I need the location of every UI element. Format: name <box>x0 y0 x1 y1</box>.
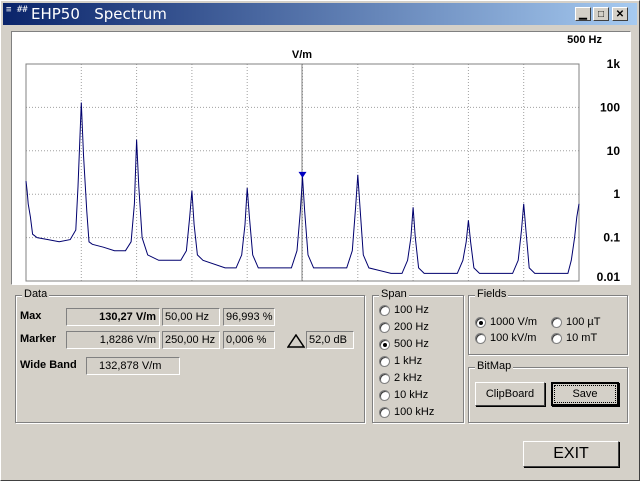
unit-label: V/m <box>292 49 312 61</box>
radio-checked-icon <box>379 338 390 350</box>
minimize-button[interactable]: ▁ <box>575 7 591 21</box>
marker-percent-field: 0,006 % <box>223 331 275 349</box>
radio-unchecked-icon <box>379 389 390 401</box>
y-axis-ticks: 1k 100 10 1 0.1 0.01 <box>597 57 621 284</box>
radio-unchecked-icon <box>379 321 390 333</box>
span-option-500hz[interactable]: 500 Hz <box>379 338 429 350</box>
radio-unchecked-icon <box>551 332 562 344</box>
field-option-10mt[interactable]: 10 mT <box>551 332 597 344</box>
data-group: Data Max 130,27 V/m 50,00 Hz 96,993 % Ma… <box>15 288 365 423</box>
span-option-1khz[interactable]: 1 kHz <box>379 355 422 367</box>
spectrum-chart-panel: 500 Hz V/m 1k 100 10 1 0.1 0.01 <box>11 31 631 285</box>
span-option-label: 100 Hz <box>394 304 429 316</box>
bitmap-group: BitMap ClipBoard Save <box>468 360 628 423</box>
marker-freq-field: 250,00 Hz <box>162 331 220 349</box>
span-option-label: 1 kHz <box>394 355 423 367</box>
span-option-10khz[interactable]: 10 kHz <box>379 389 428 401</box>
max-label: Max <box>20 310 42 322</box>
y-tick-label: 1 <box>613 187 620 201</box>
field-option-10mt-label: 10 mT <box>566 332 598 344</box>
marker-value-field: 1,8286 V/m <box>66 331 160 349</box>
title-bar[interactable]: ≡ ## EHP50 Spectrum ▁ □ ✕ <box>3 3 637 25</box>
span-option-100khz[interactable]: 100 kHz <box>379 406 434 418</box>
y-tick-label: 1k <box>607 57 621 71</box>
close-button[interactable]: ✕ <box>612 7 628 21</box>
delta-icon <box>287 334 305 348</box>
radio-unchecked-icon <box>379 304 390 316</box>
field-option-100ut[interactable]: 100 µT <box>551 316 600 328</box>
max-value-field: 130,27 V/m <box>66 308 160 326</box>
y-tick-label: 0.1 <box>603 231 620 245</box>
fields-group: Fields 1000 V/m 100 µT 100 kV/m 10 mT <box>468 288 628 355</box>
y-tick-label: 0.01 <box>597 270 621 284</box>
field-option-1000vm-label: 1000 V/m <box>490 316 538 328</box>
span-readout: 500 Hz <box>567 34 602 46</box>
span-option-label: 2 kHz <box>394 372 423 384</box>
marker-triangle-icon[interactable] <box>298 171 307 178</box>
delta-field: 52,0 dB <box>306 331 354 349</box>
span-group-label: Span <box>379 288 409 300</box>
radio-unchecked-icon <box>379 372 390 384</box>
span-option-2khz[interactable]: 2 kHz <box>379 372 422 384</box>
marker-label: Marker <box>20 333 57 345</box>
bitmap-group-label: BitMap <box>475 360 514 372</box>
maximize-icon: □ <box>597 9 605 20</box>
span-option-label: 10 kHz <box>394 389 429 401</box>
clipboard-button[interactable]: ClipBoard <box>475 382 545 406</box>
radio-checked-icon <box>475 316 486 328</box>
span-option-200hz[interactable]: 200 Hz <box>379 321 429 333</box>
fields-group-label: Fields <box>475 288 509 300</box>
span-group: Span 100 Hz 200 Hz 500 Hz 1 kHz 2 kHz 10 kHz 1… <box>372 288 464 423</box>
spectrum-window: ≡ ## EHP50 Spectrum ▁ □ ✕ 500 Hz V/m 1k 1… <box>0 0 640 481</box>
exit-button[interactable]: EXIT <box>523 441 619 467</box>
save-button[interactable]: Save <box>551 382 619 406</box>
radio-unchecked-icon <box>551 316 562 328</box>
data-group-label: Data <box>22 288 50 300</box>
field-option-100kvm-label: 100 kV/m <box>490 332 537 344</box>
y-tick-label: 100 <box>600 100 620 114</box>
field-option-100ut-label: 100 µT <box>566 316 601 328</box>
maximize-button[interactable]: □ <box>593 7 609 21</box>
wideband-label: Wide Band <box>20 359 77 371</box>
minimize-icon: ▁ <box>579 9 587 20</box>
span-option-label: 500 Hz <box>394 338 429 350</box>
radio-unchecked-icon <box>379 355 390 367</box>
max-freq-field: 50,00 Hz <box>162 308 220 326</box>
max-percent-field: 96,993 % <box>223 308 275 326</box>
y-tick-label: 10 <box>607 144 621 158</box>
field-option-100kvm[interactable]: 100 kV/m <box>475 332 536 344</box>
span-option-label: 200 Hz <box>394 321 429 333</box>
app-icon: ≡ ## <box>6 5 28 15</box>
close-icon: ✕ <box>615 9 625 20</box>
span-option-label: 100 kHz <box>394 406 435 418</box>
radio-unchecked-icon <box>475 332 486 344</box>
field-option-1000vm[interactable]: 1000 V/m <box>475 316 537 328</box>
spectrum-chart: 500 Hz V/m 1k 100 10 1 0.1 0.01 <box>25 34 621 284</box>
radio-unchecked-icon <box>379 406 390 418</box>
window-title: EHP50 Spectrum <box>31 5 167 23</box>
wideband-value-field: 132,878 V/m <box>86 357 180 375</box>
span-option-100hz[interactable]: 100 Hz <box>379 304 429 316</box>
